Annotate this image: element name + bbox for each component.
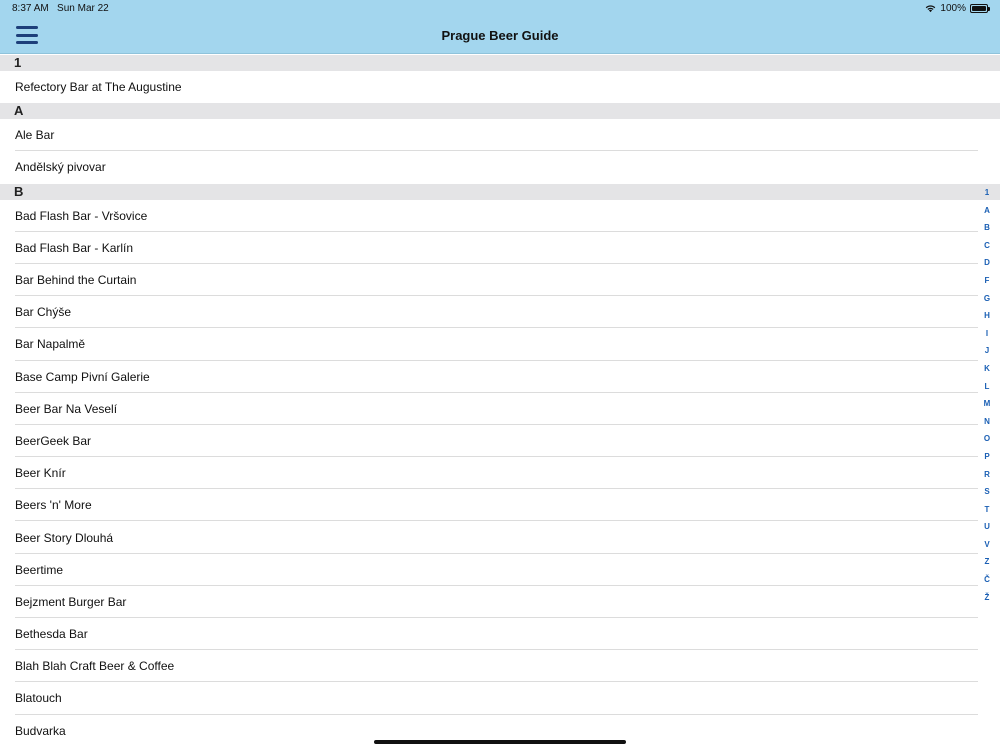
list-item-label: Base Camp Pivní Galerie (15, 369, 150, 384)
index-letter[interactable]: F (985, 275, 990, 293)
home-indicator[interactable] (374, 740, 626, 744)
list-item-label: Bar Chýše (15, 305, 72, 320)
list-item-label: Refectory Bar at The Augustine (15, 80, 182, 95)
status-time: 8:37 AM Sun Mar 22 (12, 3, 109, 14)
list-item[interactable]: Bar Behind the Curtain (0, 264, 1000, 297)
index-letter[interactable]: Z (985, 556, 990, 574)
list-item[interactable]: BeerGeek Bar (0, 425, 1000, 458)
list-item[interactable]: Beertime (0, 554, 1000, 587)
wifi-icon (926, 5, 936, 13)
battery-percent: 100% (940, 3, 966, 14)
index-letter[interactable]: K (984, 363, 990, 381)
index-letter[interactable]: L (985, 381, 990, 399)
index-letter[interactable]: P (984, 451, 989, 469)
index-letter[interactable]: N (984, 416, 990, 434)
index-letter[interactable]: R (984, 469, 990, 487)
index-letter[interactable]: C (984, 240, 990, 258)
section-header: 1 (0, 55, 1000, 71)
index-letter[interactable]: U (984, 521, 990, 539)
list-item-label: Beers 'n' More (15, 498, 92, 513)
list-item-label: BeerGeek Bar (15, 433, 92, 448)
list-item-label: Bad Flash Bar - Vršovice (15, 208, 148, 223)
list-item[interactable]: Beer Knír (0, 457, 1000, 490)
list-item-label: Andělský pivovar (15, 160, 106, 175)
section-header: A (0, 103, 1000, 120)
list-item[interactable]: Beers 'n' More (0, 489, 1000, 522)
index-letter[interactable]: T (985, 504, 990, 522)
battery-icon (970, 4, 990, 13)
list-item-label: Bejzment Burger Bar (15, 594, 127, 609)
list-item-label: Bar Behind the Curtain (15, 273, 137, 288)
list-item[interactable]: Blatouch (0, 682, 1000, 715)
list-item-label: Beertime (15, 562, 64, 577)
list-item-label: Ale Bar (15, 128, 55, 143)
list-item[interactable]: Refectory Bar at The Augustine (0, 71, 1000, 103)
index-letter[interactable]: 1 (985, 187, 989, 205)
list-item-label: Bethesda Bar (15, 627, 88, 642)
index-letter[interactable]: B (984, 222, 990, 240)
section-header: B (0, 183, 1000, 200)
index-letter[interactable]: Ž (985, 592, 990, 610)
list-item-label: Beer Story Dlouhá (15, 530, 114, 545)
list-item[interactable]: Beer Bar Na Veselí (0, 393, 1000, 426)
index-letter[interactable]: M (984, 398, 991, 416)
section-index[interactable]: 1ABCDFGHIJKLMNOPRSTUVZČŽ (982, 187, 992, 609)
list-item[interactable]: Beer Story Dlouhá (0, 521, 1000, 554)
index-letter[interactable]: I (986, 328, 988, 346)
index-letter[interactable]: H (984, 310, 990, 328)
index-letter[interactable]: J (985, 345, 989, 363)
index-letter[interactable]: Č (984, 574, 990, 592)
list-item-label: Beer Bar Na Veselí (15, 401, 118, 416)
list-item[interactable]: Andělský pivovar (0, 151, 1000, 183)
index-letter[interactable]: O (984, 433, 990, 451)
list-item-label: Budvarka (15, 723, 66, 738)
list-item-label: Bad Flash Bar - Karlín (15, 240, 134, 255)
list-item[interactable]: Base Camp Pivní Galerie (0, 361, 1000, 393)
list-item-label: Blah Blah Craft Beer & Coffee (15, 659, 175, 674)
list-item[interactable]: Bad Flash Bar - Karlín (0, 232, 1000, 265)
index-letter[interactable]: V (984, 539, 989, 557)
index-letter[interactable]: D (984, 257, 990, 275)
bar-list[interactable]: 1 Refectory Bar at The Augustine A Ale Bar A… (0, 55, 1000, 750)
page-title: Prague Beer Guide (441, 28, 559, 43)
list-item[interactable]: Bad Flash Bar - Vršovice (0, 200, 1000, 232)
list-item[interactable]: Bar Napalmě (0, 328, 1000, 361)
navigation-bar: 8:37 AM Sun Mar 22 100% Prague Beer Guid… (0, 0, 1000, 54)
list-item-label: Beer Knír (15, 466, 66, 481)
status-indicators: 100% (925, 3, 990, 14)
index-letter[interactable]: G (984, 293, 990, 311)
list-item[interactable]: Bejzment Burger Bar (0, 586, 1000, 619)
list-item[interactable]: Bar Chýše (0, 296, 1000, 329)
list-item[interactable]: Blah Blah Craft Beer & Coffee (0, 650, 1000, 683)
list-item[interactable]: Bethesda Bar (0, 618, 1000, 651)
list-item-label: Blatouch (15, 691, 62, 706)
index-letter[interactable]: S (984, 486, 989, 504)
index-letter[interactable]: A (984, 205, 990, 223)
list-item-label: Bar Napalmě (15, 337, 86, 352)
list-item[interactable]: Ale Bar (0, 119, 1000, 152)
